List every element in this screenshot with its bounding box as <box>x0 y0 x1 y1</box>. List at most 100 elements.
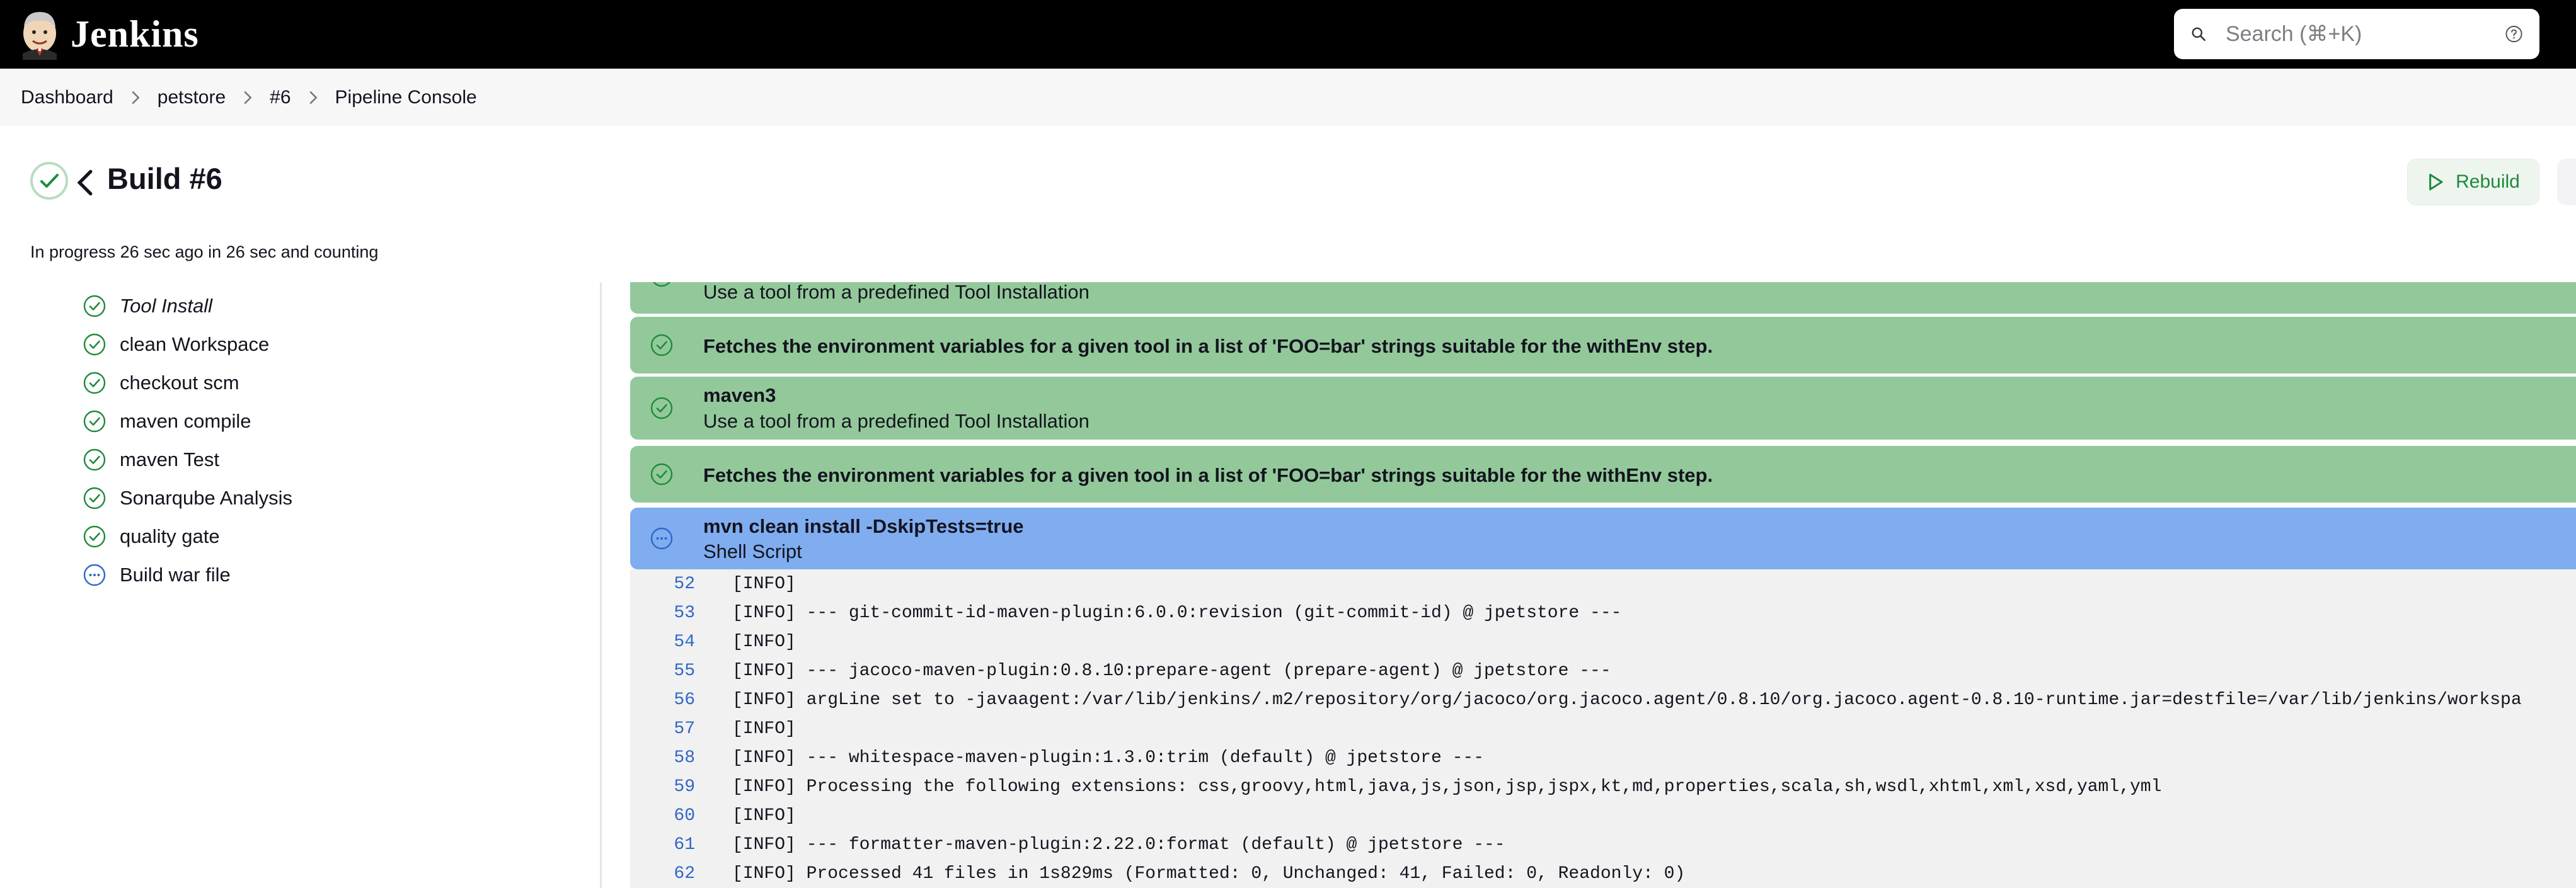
console-text: [INFO] --- jacoco-maven-plugin:0.8.10:pr… <box>732 661 1611 681</box>
stage-item[interactable]: Sonarqube Analysis <box>82 479 586 517</box>
console-text: [INFO] --- git-commit-id-maven-plugin:6.… <box>732 603 1622 623</box>
console-output: 52 [INFO] 53 [INFO] --- git-commit-id-maven… <box>630 569 2576 888</box>
stage-list: Tool Install clean Workspace checkout scm m… <box>82 287 586 594</box>
jenkins-home-link[interactable]: Jenkins <box>18 6 199 62</box>
build-status-text: In progress 26 sec ago in 26 sec and cou… <box>30 242 379 261</box>
search-icon <box>2192 27 2206 42</box>
search-input[interactable] <box>2225 21 2505 47</box>
breadcrumb-dashboard[interactable]: Dashboard <box>21 87 113 108</box>
console-line: 57 [INFO] <box>630 714 2576 743</box>
top-header: Jenkins <box>0 0 2576 69</box>
console-line: 56 [INFO] argLine set to -javaagent:/var/… <box>630 685 2576 714</box>
check-circle-icon <box>83 525 106 547</box>
line-number-link[interactable]: 56 <box>630 690 695 710</box>
step-success[interactable]: Fetches the environment variables for a … <box>630 446 2576 503</box>
check-circle-icon <box>83 487 106 509</box>
line-number-link[interactable]: 58 <box>630 748 695 768</box>
console-text: [INFO] <box>732 632 796 652</box>
console-line: 55 [INFO] --- jacoco-maven-plugin:0.8.10:… <box>630 656 2576 685</box>
line-number-link[interactable]: 54 <box>630 632 695 652</box>
breadcrumb: Dashboard petstore #6 Pipeline Console <box>0 69 2576 126</box>
line-number-link[interactable]: 60 <box>630 806 695 826</box>
search-box[interactable] <box>2174 9 2539 59</box>
breadcrumb-pipeline-console[interactable]: Pipeline Console <box>335 87 477 108</box>
step-success[interactable]: Use a tool from a predefined Tool Instal… <box>630 282 2576 314</box>
console-text: [INFO] --- formatter-maven-plugin:2.22.0… <box>732 834 1505 855</box>
chevron-right-icon <box>226 91 270 105</box>
chevron-right-icon <box>291 91 335 105</box>
console-text: [INFO] <box>732 574 796 594</box>
more-actions-button[interactable] <box>2557 159 2576 205</box>
console-line: 53 [INFO] --- git-commit-id-maven-plugin:… <box>630 598 2576 627</box>
step-running[interactable]: mvn clean install -DskipTests=true Shell … <box>630 508 2576 569</box>
step-status <box>649 333 674 358</box>
step-description: Use a tool from a predefined Tool Instal… <box>703 410 1090 432</box>
step-description: Shell Script <box>703 540 802 562</box>
stage-label: maven Test <box>120 448 219 470</box>
in-progress-dots-icon <box>83 564 106 586</box>
rebuild-button[interactable]: Rebuild <box>2407 159 2539 205</box>
panel-divider[interactable] <box>600 282 602 888</box>
console-text: [INFO] Processing the following extensio… <box>732 777 2162 797</box>
check-circle-icon <box>650 463 673 486</box>
chevron-right-icon <box>113 91 158 105</box>
console-text: [INFO] <box>732 719 796 739</box>
step-success[interactable]: maven3 Use a tool from a predefined Tool … <box>630 377 2576 440</box>
stage-label: Build war file <box>120 563 231 586</box>
console-line: 54 [INFO] <box>630 627 2576 656</box>
console-line: 61 [INFO] --- formatter-maven-plugin:2.22… <box>630 830 2576 859</box>
chevron-left-icon[interactable] <box>76 169 95 196</box>
line-number-link[interactable]: 55 <box>630 661 695 681</box>
stage-item[interactable]: quality gate <box>82 517 586 555</box>
line-number-link[interactable]: 53 <box>630 603 695 623</box>
step-panel: Use a tool from a predefined Tool Instal… <box>630 282 2576 888</box>
line-number-link[interactable]: 52 <box>630 574 695 594</box>
console-line: 52 [INFO] <box>630 569 2576 598</box>
step-title: mvn clean install -DskipTests=true <box>703 515 1024 537</box>
step-status <box>649 526 674 551</box>
console-line: 60 [INFO] <box>630 801 2576 830</box>
stage-label: Tool Install <box>120 294 213 317</box>
step-title: maven3 <box>703 384 776 406</box>
step-description: Use a tool from a predefined Tool Instal… <box>703 282 1090 303</box>
stage-item[interactable]: checkout scm <box>82 363 586 402</box>
stage-item[interactable]: maven Test <box>82 440 586 479</box>
help-icon[interactable] <box>2505 22 2523 46</box>
play-icon <box>2429 173 2443 191</box>
line-number-link[interactable]: 61 <box>630 835 695 855</box>
breadcrumb-build[interactable]: #6 <box>270 87 290 108</box>
build-success-icon <box>30 162 68 200</box>
stage-label: Sonarqube Analysis <box>120 486 293 509</box>
check-circle-icon <box>653 282 670 287</box>
step-title: Fetches the environment variables for a … <box>703 335 1713 357</box>
check-circle-icon <box>83 372 106 394</box>
check-circle-icon <box>650 397 673 419</box>
rebuild-label: Rebuild <box>2456 171 2520 192</box>
line-number-link[interactable]: 59 <box>630 777 695 797</box>
stage-label: clean Workspace <box>120 333 270 355</box>
stage-label: maven compile <box>120 409 251 432</box>
breadcrumb-petstore[interactable]: petstore <box>158 87 226 108</box>
stage-item[interactable]: Build war file <box>82 555 586 594</box>
line-number-link[interactable]: 57 <box>630 719 695 739</box>
step-title: Fetches the environment variables for a … <box>703 464 1713 486</box>
stage-item[interactable]: Tool Install <box>82 287 586 325</box>
console-line: 58 [INFO] --- whitespace-maven-plugin:1.3… <box>630 743 2576 772</box>
step-status <box>649 396 674 421</box>
jenkins-logo-icon <box>23 12 57 60</box>
check-circle-icon <box>83 333 106 355</box>
stage-item[interactable]: clean Workspace <box>82 325 586 363</box>
stage-item[interactable]: maven compile <box>82 402 586 440</box>
step-status <box>649 462 674 487</box>
console-text: [INFO] argLine set to -javaagent:/var/li… <box>732 690 2522 710</box>
console-line: 62 [INFO] Processed 41 files in 1s829ms (… <box>630 859 2576 888</box>
console-text: [INFO] Processed 41 files in 1s829ms (Fo… <box>732 863 1686 884</box>
stage-label: quality gate <box>120 525 220 547</box>
in-progress-dots-icon <box>650 527 673 550</box>
console-line: 59 [INFO] Processing the following extens… <box>630 772 2576 801</box>
step-success[interactable]: Fetches the environment variables for a … <box>630 317 2576 373</box>
line-number-link[interactable]: 62 <box>630 864 695 884</box>
stage-label: checkout scm <box>120 371 239 394</box>
check-circle-icon <box>83 410 106 432</box>
check-circle-icon <box>650 334 673 356</box>
